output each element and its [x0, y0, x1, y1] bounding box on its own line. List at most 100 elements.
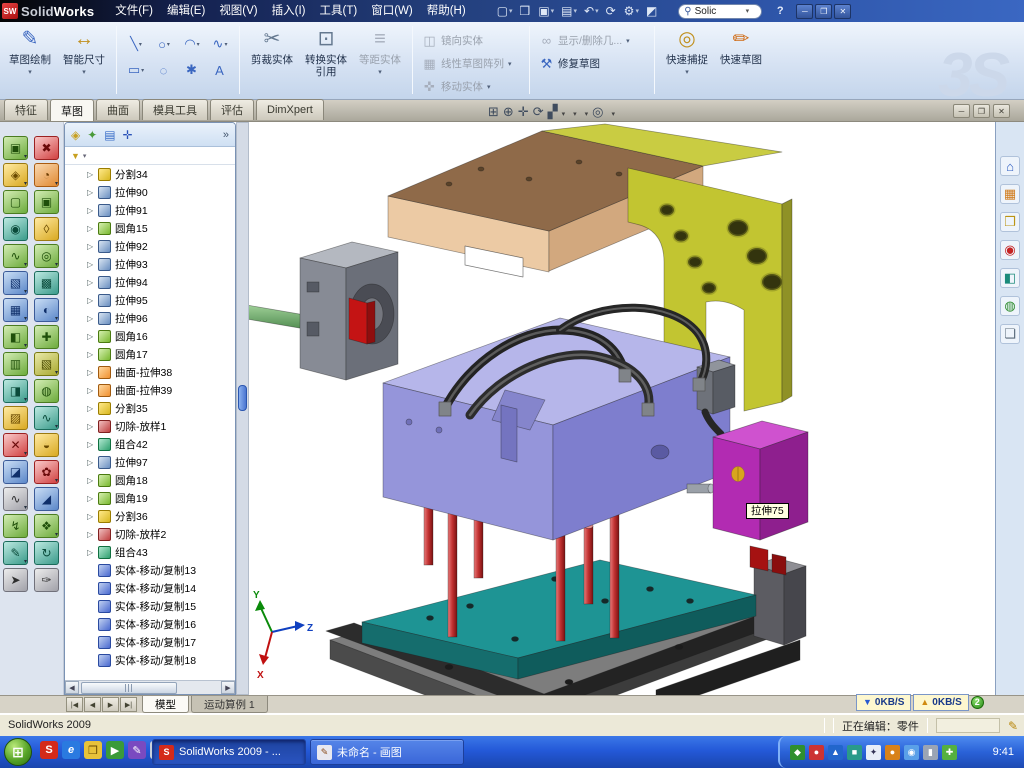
feature-tree-item[interactable]: ▷ 拉伸97	[65, 453, 235, 471]
pan-icon[interactable]: ✛	[518, 103, 529, 121]
feature-tree-item[interactable]: ▷ 组合42	[65, 435, 235, 453]
expand-arrow-icon[interactable]: ▷	[87, 260, 98, 269]
search-box[interactable]: ⚲ ▾	[678, 4, 762, 19]
feature-tree-item[interactable]: ▷ 拉伸90	[65, 183, 235, 201]
expand-arrow-icon[interactable]: ▷	[87, 440, 98, 449]
rib-icon[interactable]: ▩	[34, 271, 59, 295]
line-tool[interactable]: ╲▾	[123, 32, 149, 56]
sketch-icon[interactable]: ▣▾	[3, 136, 28, 160]
tray-messenger-icon[interactable]: ◉	[904, 745, 919, 760]
command-tab[interactable]: 模具工具	[142, 99, 208, 120]
appearances-icon[interactable]: ◧	[1000, 268, 1020, 288]
expand-arrow-icon[interactable]: ▷	[87, 530, 98, 539]
model-tab[interactable]: 运动算例 1	[191, 696, 268, 713]
tray-health-icon[interactable]: ✚	[942, 745, 957, 760]
expand-arrow-icon[interactable]: ▷	[87, 494, 98, 503]
help-button[interactable]: ?	[772, 5, 788, 17]
tray-alert-icon[interactable]: ●	[809, 745, 824, 760]
feature-tree-item[interactable]: ▷ 圆角19	[65, 489, 235, 507]
revolve-boss-icon[interactable]: ◉	[3, 217, 28, 241]
expand-arrow-icon[interactable]: ▷	[87, 350, 98, 359]
configurationmanager-tab-icon[interactable]: ▤	[104, 128, 115, 142]
convert-entities-button[interactable]: ⊡转换实体引用	[300, 24, 352, 94]
plane-icon[interactable]: ▣	[34, 190, 59, 214]
feature-tree-item[interactable]: ▷ 曲面-拉伸38	[65, 363, 235, 381]
expand-arrow-icon[interactable]: ▷	[87, 224, 98, 233]
print-icon[interactable]: ▤▾	[559, 2, 579, 20]
feature-tree-item[interactable]: ▷ 拉伸94	[65, 273, 235, 291]
feature-tree-item[interactable]: 实体-移动/复制17	[65, 633, 235, 651]
feature-tree-item[interactable]: ▷ 拉伸93	[65, 255, 235, 273]
move-body-icon[interactable]: ↻	[34, 541, 59, 565]
tray-volume-icon[interactable]: ▮	[923, 745, 938, 760]
tab-nav-button[interactable]: ▶	[102, 697, 119, 712]
feature-tree-item[interactable]: 实体-移动/复制13	[65, 561, 235, 579]
feature-tree-item[interactable]: 实体-移动/复制16	[65, 615, 235, 633]
expand-arrow-icon[interactable]: ▷	[87, 422, 98, 431]
intersect-icon[interactable]: ❖▾	[34, 514, 59, 538]
custom-properties-icon[interactable]: ◍	[1000, 296, 1020, 316]
menu-item[interactable]: 帮助(H)	[420, 0, 473, 22]
feature-tree-item[interactable]: ▷ 曲面-拉伸39	[65, 381, 235, 399]
extrude-boss-icon[interactable]: ▢	[3, 190, 28, 214]
draft-icon[interactable]: ▨	[3, 406, 28, 430]
linear-pattern-button[interactable]: ▦线性草图阵列▾	[419, 53, 523, 74]
expand-arrow-icon[interactable]: ▷	[87, 206, 98, 215]
tray-download-icon[interactable]: ●	[885, 745, 900, 760]
circle-tool[interactable]: ○▾	[151, 32, 177, 56]
file-explorer-icon[interactable]: ❒	[1000, 212, 1020, 232]
repair-sketch-button[interactable]: ⚒修复草图	[536, 53, 648, 74]
quicklaunch-ie-icon[interactable]: e	[62, 741, 80, 759]
appearance-caret-icon[interactable]: ▾	[612, 103, 616, 121]
deform-icon[interactable]: ◒	[34, 433, 59, 457]
feature-tree-item[interactable]: ▷ 分割35	[65, 399, 235, 417]
save-icon[interactable]: ▣▾	[536, 2, 556, 20]
expand-arrow-icon[interactable]: ▷	[87, 170, 98, 179]
tab-nav-button[interactable]: ▶|	[120, 697, 137, 712]
select-icon[interactable]: ➤	[3, 568, 28, 592]
expand-arrow-icon[interactable]: ▷	[87, 332, 98, 341]
tab-nav-button[interactable]: ◀	[84, 697, 101, 712]
expand-arrow-icon[interactable]: ▷	[87, 368, 98, 377]
home-icon[interactable]: ⌂	[1000, 156, 1020, 176]
close-button[interactable]: ✕	[834, 4, 851, 19]
expand-arrow-icon[interactable]: ▷	[87, 512, 98, 521]
feature-tree-item[interactable]: ▷ 圆角17	[65, 345, 235, 363]
pattern-icon[interactable]: ▦▾	[3, 298, 28, 322]
expand-arrow-icon[interactable]: ▷	[87, 548, 98, 557]
tray-network-icon[interactable]: ■	[847, 745, 862, 760]
dimxpertmanager-tab-icon[interactable]: ✛	[123, 128, 133, 142]
text-tool[interactable]: A	[207, 58, 233, 82]
ellipse-tool[interactable]: ◌	[151, 58, 177, 82]
menu-item[interactable]: 文件(F)	[108, 0, 160, 22]
scroll-left-button[interactable]: ◀	[65, 681, 79, 694]
viewport-minimize-button[interactable]: ─	[953, 104, 970, 118]
trim-entities-button[interactable]: ✂剪裁实体	[246, 24, 298, 94]
quicklaunch-media-icon[interactable]: ▶	[106, 741, 124, 759]
quicklaunch-solidworks-icon[interactable]: S	[40, 741, 58, 759]
tab-nav-button[interactable]: |◀	[66, 697, 83, 712]
panel-vscrollbar[interactable]	[236, 122, 249, 695]
feature-tree-item[interactable]: ▷ 组合43	[65, 543, 235, 561]
feature-tree-item[interactable]: ▷ 分割34	[65, 165, 235, 183]
command-tab[interactable]: DimXpert	[256, 99, 324, 120]
scale-icon[interactable]: ◢	[34, 487, 59, 511]
feature-tree-item[interactable]: ▷ 切除-放样2	[65, 525, 235, 543]
design-library-icon[interactable]: ▦	[1000, 184, 1020, 204]
new-document-icon[interactable]: ▢▾	[495, 2, 515, 20]
quicklaunch-paint-icon[interactable]: ✎	[128, 741, 146, 759]
feature-tree-item[interactable]: ▷ 分割36	[65, 507, 235, 525]
flex-icon[interactable]: ∿▾	[34, 406, 59, 430]
menu-item[interactable]: 工具(T)	[313, 0, 365, 22]
point-tool[interactable]: ✱	[179, 58, 205, 82]
expand-arrow-icon[interactable]: ▷	[87, 404, 98, 413]
menu-item[interactable]: 视图(V)	[212, 0, 264, 22]
scroll-right-button[interactable]: ▶	[221, 681, 235, 694]
feature-tree-item[interactable]: ▷ 拉伸95	[65, 291, 235, 309]
minimize-button[interactable]: ─	[796, 4, 813, 19]
rotate-view-icon[interactable]: ⟳	[533, 103, 544, 121]
open-icon[interactable]: ❒	[518, 2, 534, 20]
taskbar-task[interactable]: SSolidWorks 2009 - ...	[152, 739, 306, 765]
maximize-button[interactable]: ❐	[815, 4, 832, 19]
wrap-icon[interactable]: ◍	[34, 379, 59, 403]
